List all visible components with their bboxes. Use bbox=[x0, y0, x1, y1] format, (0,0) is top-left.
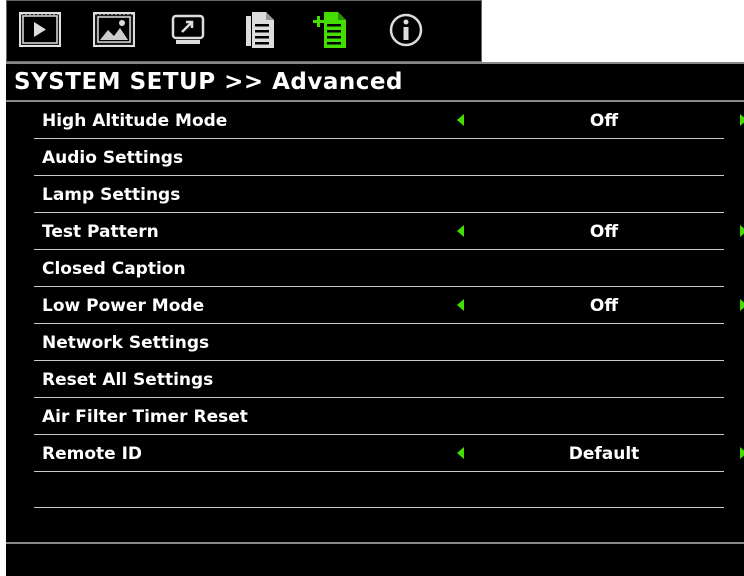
menu-item-label: Closed Caption bbox=[42, 259, 186, 279]
menu-item-label: Low Power Mode bbox=[42, 296, 205, 316]
arrow-right-icon[interactable] bbox=[740, 447, 744, 459]
menu-item-label: High Altitude Mode bbox=[42, 111, 228, 131]
arrow-left-icon[interactable] bbox=[457, 225, 464, 237]
setup-advanced-icon bbox=[313, 12, 346, 48]
menu-panel: High Altitude Mode Off Audio Settings La… bbox=[6, 102, 744, 542]
display-icon bbox=[19, 12, 61, 47]
menu-item-test-pattern[interactable]: Test Pattern Off bbox=[34, 213, 744, 250]
menu-item-lamp-settings[interactable]: Lamp Settings bbox=[34, 176, 724, 213]
menu-item-label: Reset All Settings bbox=[42, 370, 214, 390]
menu-item-network-settings[interactable]: Network Settings bbox=[34, 324, 724, 361]
info-icon bbox=[389, 13, 423, 47]
menu-item-label: Air Filter Timer Reset bbox=[42, 407, 248, 427]
arrow-right-icon[interactable] bbox=[740, 114, 744, 126]
image-icon bbox=[93, 12, 135, 47]
osd-menu: SYSTEM SETUP >> Advanced High Altitude M… bbox=[0, 0, 744, 576]
menu-item-value: Off bbox=[589, 222, 619, 242]
tab-setup-basic[interactable] bbox=[235, 7, 285, 53]
menu-item-label: Remote ID bbox=[42, 444, 143, 464]
page-title: SYSTEM SETUP >> Advanced bbox=[6, 62, 744, 102]
menu-item-remote-id[interactable]: Remote ID Default bbox=[34, 435, 744, 472]
footer-bar bbox=[6, 542, 744, 576]
arrow-left-icon[interactable] bbox=[457, 447, 464, 459]
screen-icon bbox=[171, 14, 205, 44]
tab-display[interactable] bbox=[15, 7, 65, 53]
arrow-left-icon[interactable] bbox=[457, 299, 464, 311]
tab-setup-advanced[interactable] bbox=[307, 7, 357, 53]
empty-row-separator bbox=[34, 472, 724, 508]
menu-item-label: Network Settings bbox=[42, 333, 210, 353]
menu-item-value: Off bbox=[589, 296, 619, 316]
menu-item-high-altitude-mode[interactable]: High Altitude Mode Off bbox=[34, 102, 744, 139]
menu-item-audio-settings[interactable]: Audio Settings bbox=[34, 139, 724, 176]
menu-item-value: Off bbox=[589, 111, 619, 131]
setup-basic-icon bbox=[246, 12, 274, 48]
tab-info[interactable] bbox=[381, 7, 431, 53]
tab-image[interactable] bbox=[89, 7, 139, 53]
menu-item-closed-caption[interactable]: Closed Caption bbox=[34, 250, 724, 287]
arrow-right-icon[interactable] bbox=[740, 225, 744, 237]
menu-item-label: Test Pattern bbox=[42, 222, 159, 242]
menu-item-low-power-mode[interactable]: Low Power Mode Off bbox=[34, 287, 744, 324]
menu-item-label: Lamp Settings bbox=[42, 185, 181, 205]
menu-item-reset-all-settings[interactable]: Reset All Settings bbox=[34, 361, 724, 398]
arrow-right-icon[interactable] bbox=[740, 299, 744, 311]
menu-item-air-filter-timer-reset[interactable]: Air Filter Timer Reset bbox=[34, 398, 724, 435]
tab-screen[interactable] bbox=[163, 7, 213, 53]
tab-strip bbox=[6, 0, 482, 62]
menu-item-label: Audio Settings bbox=[42, 148, 184, 168]
arrow-left-icon[interactable] bbox=[457, 114, 464, 126]
menu-item-value: Default bbox=[568, 444, 640, 464]
